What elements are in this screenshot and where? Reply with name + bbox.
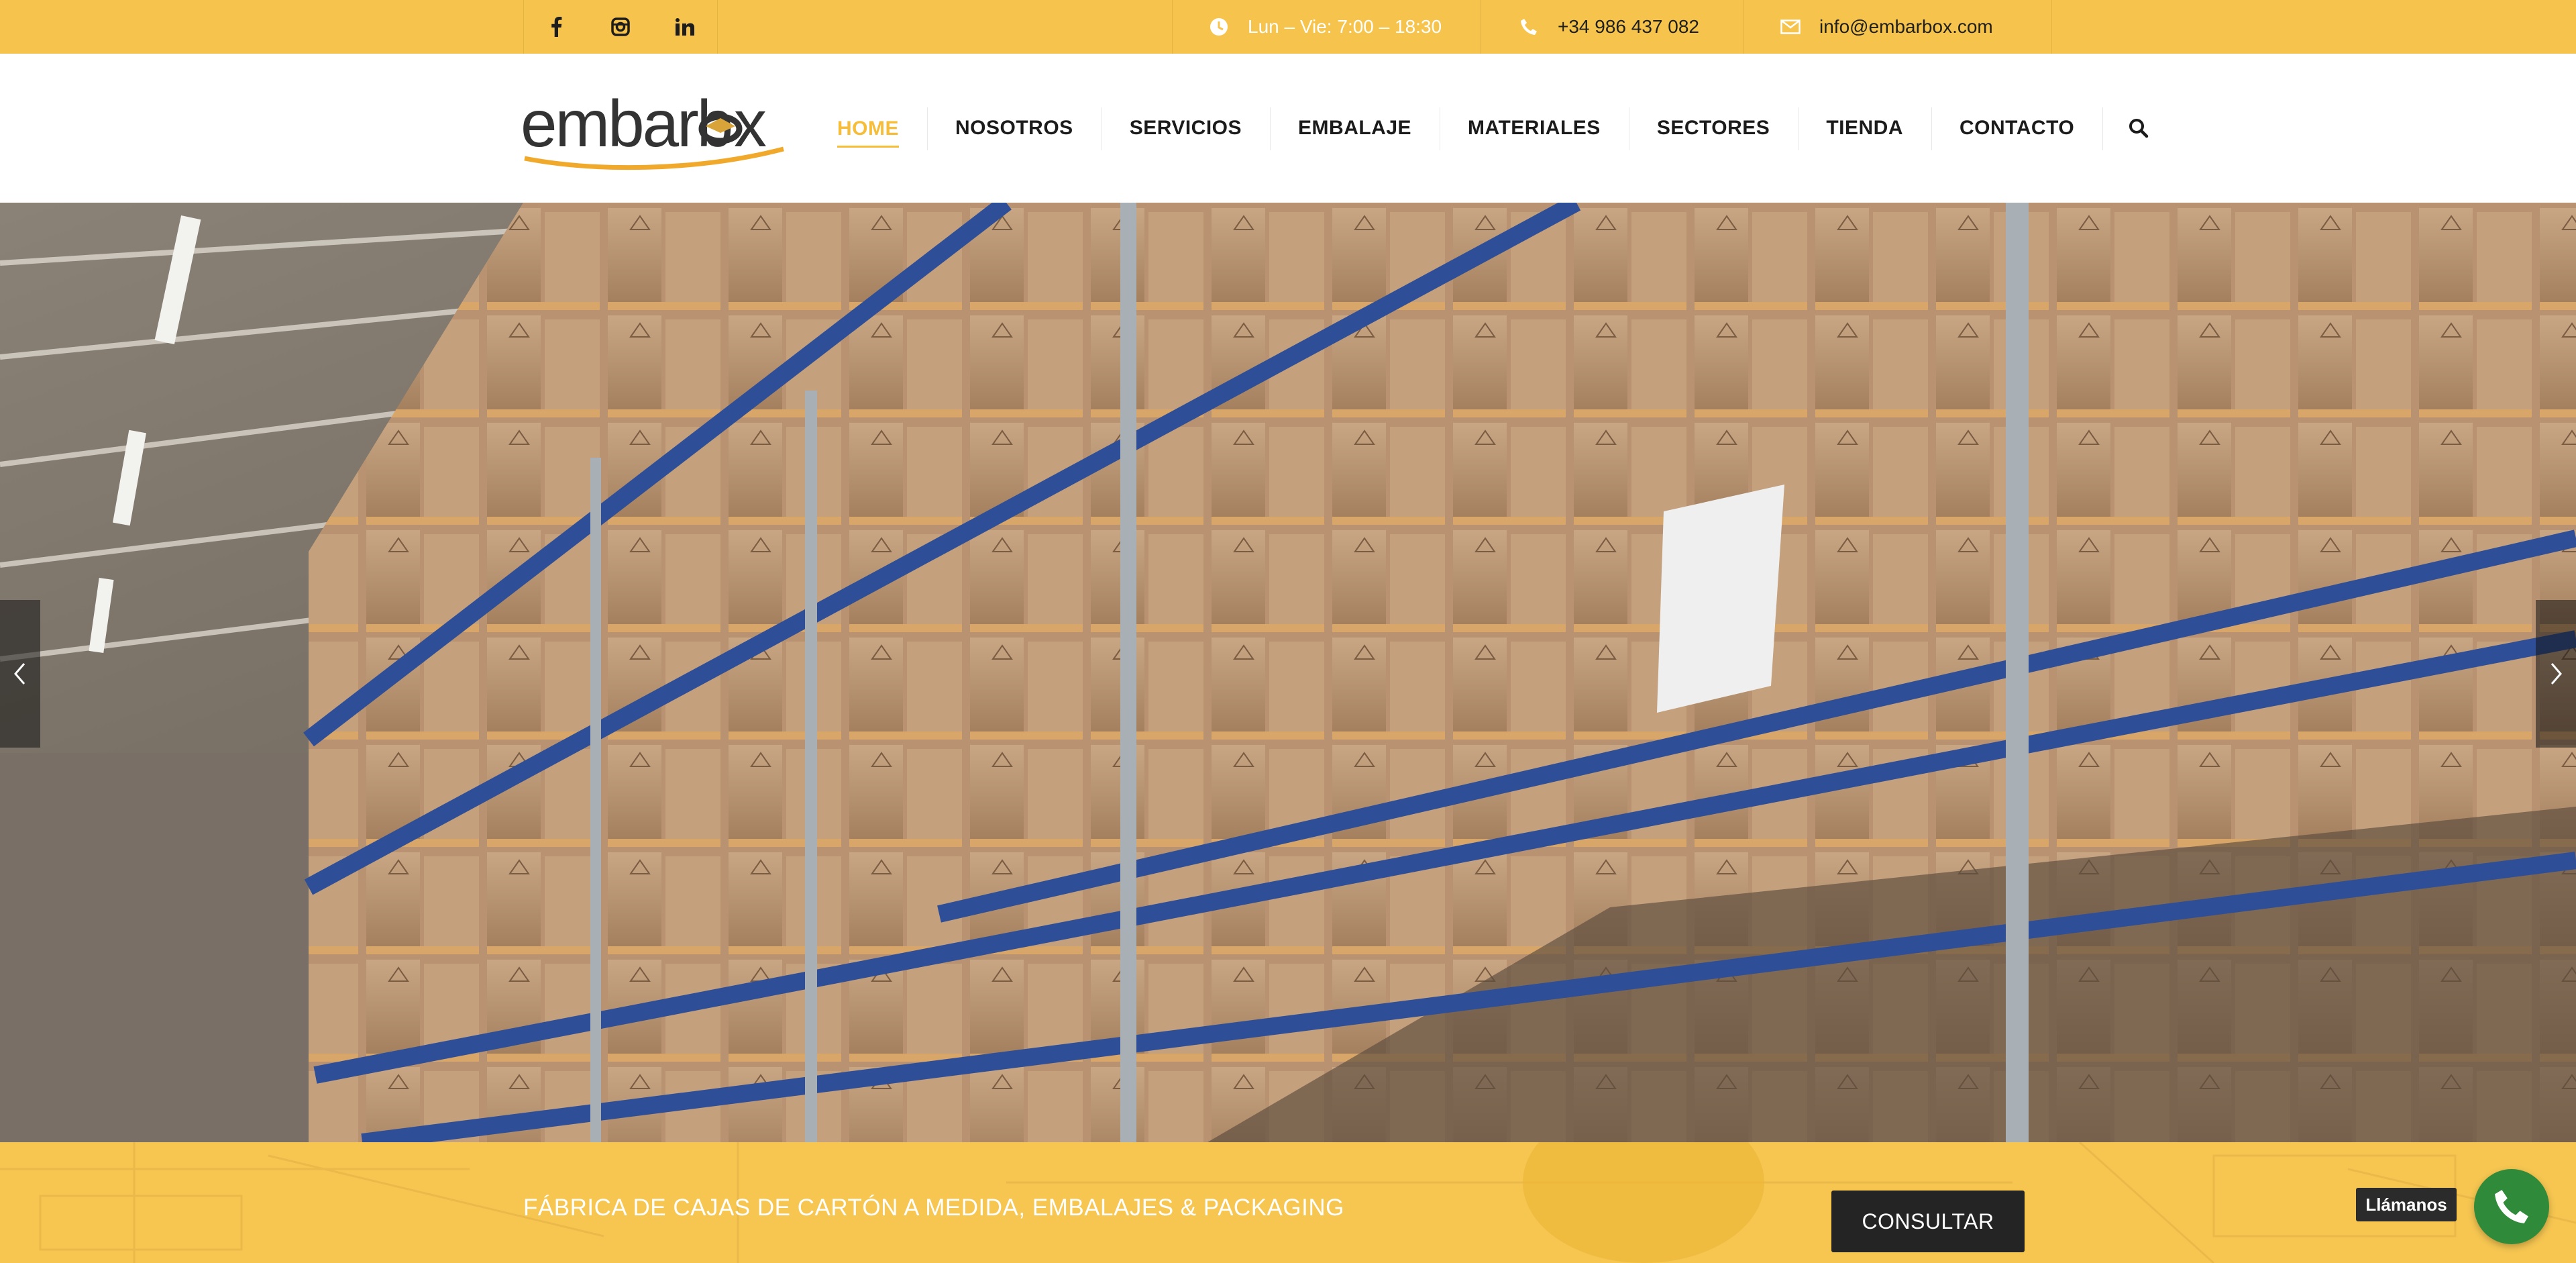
email-contact[interactable]: info@embarbox.com [1743,0,2052,54]
nav-home-label: HOME [837,117,899,148]
opening-hours: Lun – Vie: 7:00 – 18:30 [1172,0,1481,54]
logo-graphic: embarb x [521,87,784,170]
nav-materiales[interactable]: MATERIALES [1440,54,1629,203]
nav-embalaje-label: EMBALAJE [1298,117,1412,139]
linkedin-icon[interactable] [665,7,705,47]
banner-tagline: FÁBRICA DE CAJAS DE CARTÓN A MEDIDA, EMB… [523,1195,1344,1221]
mail-icon [1779,15,1802,38]
call-label[interactable]: Llámanos [2356,1188,2457,1221]
search-button[interactable] [2102,54,2175,203]
hours-text: Lun – Vie: 7:00 – 18:30 [1248,16,1442,37]
nav-sectores[interactable]: SECTORES [1628,54,1799,203]
hero-slider [0,203,2576,1142]
nav-sectores-label: SECTORES [1656,117,1770,139]
cta-banner: FÁBRICA DE CAJAS DE CARTÓN A MEDIDA, EMB… [0,1142,2576,1263]
phone-contact[interactable]: +34 986 437 082 [1481,0,1743,54]
slider-prev-button[interactable] [0,600,40,748]
nav-home[interactable]: HOME [809,54,927,203]
top-bar: Lun – Vie: 7:00 – 18:30 +34 986 437 082 … [0,0,2576,54]
social-links [523,0,718,54]
nav-nosotros-label: NOSOTROS [955,117,1073,139]
main-nav: HOME NOSOTROS SERVICIOS EMBALAJE MATERIA… [809,54,2175,203]
nav-contacto[interactable]: CONTACTO [1931,54,2102,203]
nav-tienda[interactable]: TIENDA [1798,54,1931,203]
facebook-icon[interactable] [536,7,576,47]
phone-icon [1517,15,1540,38]
site-header: embarb x HOME NOSOTROS SERVICIOS EMBALAJ… [0,54,2576,203]
nav-embalaje[interactable]: EMBALAJE [1270,54,1440,203]
nav-servicios-label: SERVICIOS [1129,117,1242,139]
clock-icon [1208,15,1230,38]
chevron-left-icon [14,663,25,685]
chevron-right-icon [2551,663,2562,685]
nav-nosotros[interactable]: NOSOTROS [927,54,1102,203]
nav-contacto-label: CONTACTO [1960,117,2075,139]
nav-materiales-label: MATERIALES [1468,117,1601,139]
nav-tienda-label: TIENDA [1826,117,1903,139]
phone-icon [2495,1190,2528,1223]
email-text: info@embarbox.com [1819,16,1993,37]
nav-servicios[interactable]: SERVICIOS [1101,54,1270,203]
warehouse-image [0,203,2576,1142]
instagram-icon[interactable] [600,7,641,47]
slider-next-button[interactable] [2536,600,2576,748]
search-icon [2129,119,2149,138]
phone-text: +34 986 437 082 [1558,16,1699,37]
consultar-button[interactable]: CONSULTAR [1831,1191,2025,1252]
call-button[interactable] [2474,1169,2549,1244]
logo[interactable]: embarb x [521,87,786,173]
